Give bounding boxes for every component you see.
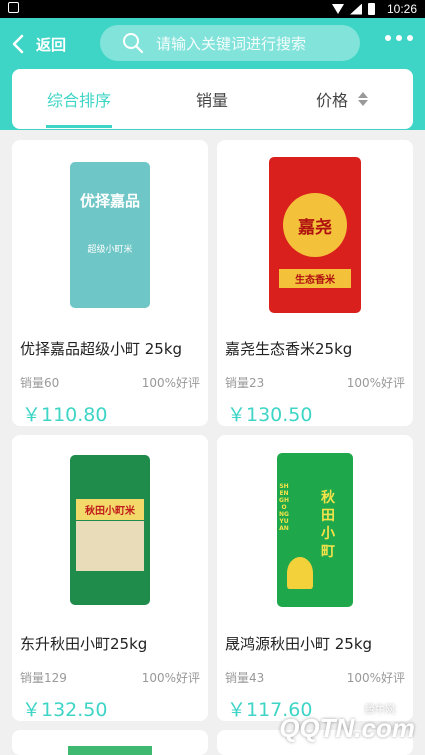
rice-bag-image: 优择嘉品 超级小町米	[70, 162, 150, 308]
product-card[interactable]	[12, 730, 208, 755]
active-tab-indicator	[46, 125, 112, 128]
rice-bag-image: 嘉尧 生态香米	[269, 157, 361, 313]
more-dot-icon	[407, 35, 413, 41]
bag-illustration	[76, 521, 144, 571]
search-placeholder: 请输入关键词进行搜索	[156, 34, 307, 53]
product-image: 秋田小町 SHENGHONGYUAN	[217, 435, 413, 625]
product-rating: 100%好评	[346, 376, 405, 390]
search-icon	[123, 33, 144, 54]
battery-icon	[368, 3, 375, 15]
chevron-left-icon	[12, 34, 24, 54]
wifi-icon	[332, 4, 344, 14]
product-card[interactable]: 嘉尧 生态香米 嘉尧生态香米25kg 销量23 100%好评 ￥130.50	[217, 140, 413, 426]
tab-label: 综合排序	[46, 91, 111, 110]
status-time: 10:26	[386, 2, 417, 16]
product-card[interactable]: 秋田小町 SHENGHONGYUAN 晟鸿源秋田小町 25kg 销量43 100…	[217, 435, 413, 721]
product-price: ￥130.50	[227, 404, 313, 426]
back-button[interactable]: 返回	[10, 32, 66, 56]
status-bar: 10:26	[0, 0, 425, 18]
product-sales: 销量23	[225, 376, 265, 390]
tab-price[interactable]: 价格	[302, 69, 382, 129]
product-price: ￥110.80	[22, 404, 108, 426]
product-rating: 100%好评	[141, 376, 200, 390]
product-card[interactable]: 秋田小町米 东升秋田小町25kg 销量129 100%好评 ￥132.50	[12, 435, 208, 721]
sort-toggle-icon	[358, 92, 368, 106]
tab-label: 价格	[315, 91, 348, 110]
more-dot-icon	[396, 35, 402, 41]
search-input[interactable]: 请输入关键词进行搜索	[100, 25, 360, 61]
product-card[interactable]: 优择嘉品 超级小町米 优择嘉品超级小町 25kg 销量60 100%好评 ￥11…	[12, 140, 208, 426]
product-price: ￥132.50	[22, 699, 108, 721]
watermark-logo: QQTN.com	[279, 713, 415, 743]
signal-icon	[350, 3, 362, 15]
status-icons	[332, 3, 375, 15]
product-name: 东升秋田小町25kg	[20, 635, 148, 653]
product-image: 优择嘉品 超级小町米	[12, 140, 208, 330]
rice-bag-image: 秋田小町米	[70, 455, 150, 605]
bag-brand-text: 秋田小町米	[76, 499, 144, 520]
product-image: 秋田小町米	[12, 435, 208, 625]
bag-sub-text: 生态香米	[279, 269, 351, 288]
product-sales: 销量60	[20, 376, 60, 390]
notification-icon	[8, 2, 19, 13]
bag-sub-text: 超级小町米	[87, 245, 133, 255]
product-name: 优择嘉品超级小町 25kg	[20, 340, 183, 358]
rice-bag-image: 秋田小町 SHENGHONGYUAN	[277, 453, 353, 607]
more-dot-icon	[385, 35, 391, 41]
product-rating: 100%好评	[346, 671, 405, 685]
tab-label: 销量	[195, 91, 228, 110]
bag-sub-text: SHENGHONGYUAN	[279, 483, 289, 532]
rice-grain-icon	[287, 557, 313, 589]
product-name: 晟鸿源秋田小町 25kg	[225, 635, 373, 653]
tab-sales[interactable]: 销量	[172, 69, 252, 129]
watermark: 腾牛网 QQTN.com	[255, 701, 415, 749]
back-label: 返回	[36, 35, 67, 54]
more-options-button[interactable]	[385, 35, 413, 41]
bag-brand-text: 嘉尧	[298, 218, 332, 238]
product-image	[68, 746, 152, 755]
bag-brand-text: 秋田小町	[321, 490, 335, 560]
product-image: 嘉尧 生态香米	[217, 140, 413, 330]
sort-bar: 综合排序 销量 价格	[12, 69, 413, 129]
product-rating: 100%好评	[141, 671, 200, 685]
bag-brand-text: 优择嘉品	[79, 192, 140, 210]
product-sales: 销量43	[225, 671, 265, 685]
product-name: 嘉尧生态香米25kg	[225, 340, 353, 358]
tab-comprehensive-sort[interactable]: 综合排序	[32, 69, 126, 129]
product-sales: 销量129	[20, 671, 67, 685]
